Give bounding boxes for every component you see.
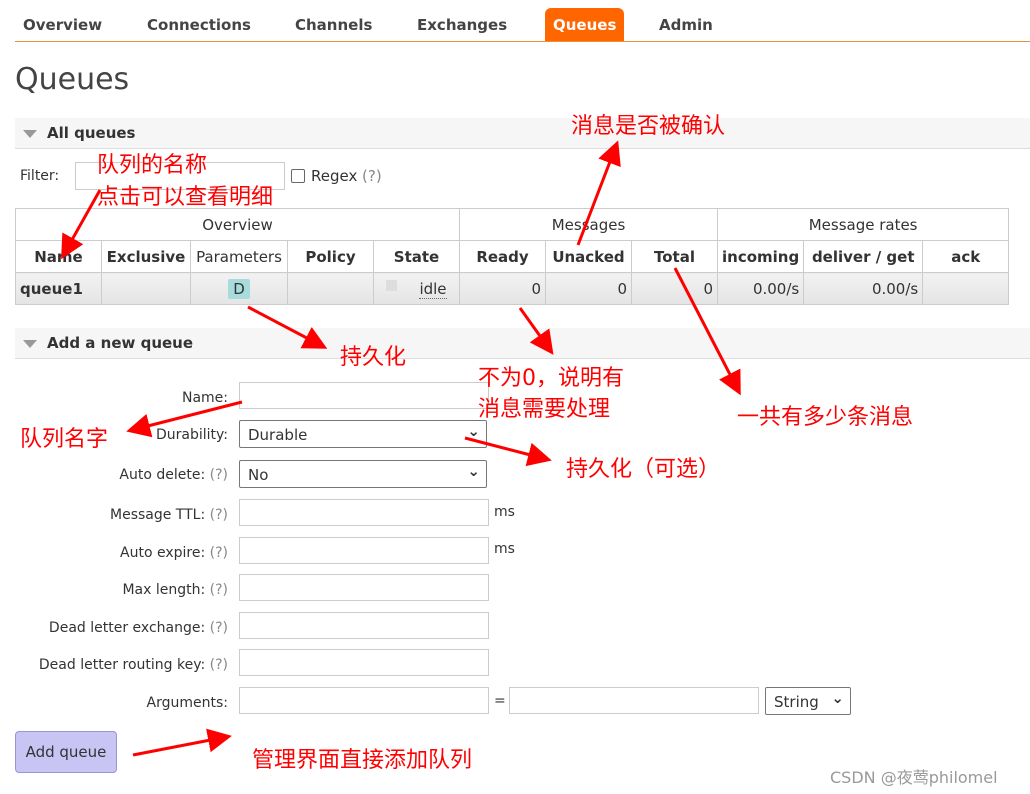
annotation-not-zero-2: 消息需要处理 (478, 397, 611, 422)
annotation-acked: 消息是否被确认 (571, 114, 726, 139)
arrow-queue-name (61, 189, 102, 260)
arrow-durable (247, 305, 328, 349)
watermark: CSDN @夜莺philomel (830, 768, 998, 787)
annotation-not-zero-1: 不为0，说明有 (478, 366, 624, 391)
arrow-not-zero (518, 307, 554, 355)
annotation-durable: 持久化 (340, 345, 407, 370)
annotation-name-field: 队列名字 (20, 427, 109, 452)
annotation-add-direct: 管理界面直接添加队列 (252, 748, 473, 773)
arrow-acked (576, 140, 621, 246)
annotation-total: 一共有多少条消息 (737, 405, 914, 430)
arrow-durable-optional (464, 436, 552, 467)
annotation-durable-optional: 持久化（可选） (566, 457, 721, 482)
arrow-add-queue (132, 728, 232, 757)
annotation-queue-name: 队列的名称 (97, 153, 208, 178)
arrow-total (673, 267, 741, 396)
annotation-click-detail: 点击可以查看明细 (97, 185, 274, 210)
arrow-name-field (126, 400, 243, 438)
